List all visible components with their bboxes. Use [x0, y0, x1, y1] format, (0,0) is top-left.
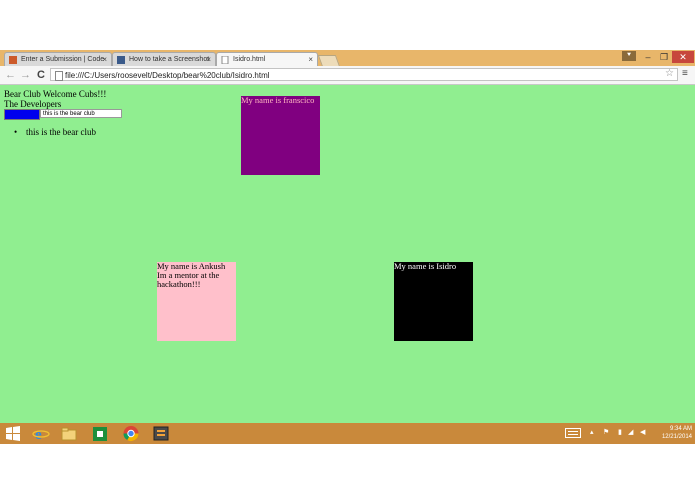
ankush-card: My name is Ankush Im a mentor at the hac…: [157, 262, 236, 341]
sublime-text-icon[interactable]: [152, 425, 170, 442]
address-bar[interactable]: file:///C:/Users/roosevelt/Desktop/bear%…: [50, 68, 678, 81]
windows-start-icon[interactable]: [4, 425, 22, 442]
blue-button[interactable]: [4, 109, 40, 120]
list-bullet: •: [14, 127, 18, 137]
page-icon: [55, 71, 63, 81]
profile-icon[interactable]: ⯆: [622, 51, 636, 61]
tab-screenshot-howto[interactable]: How to take a Screenshot ×: [112, 52, 216, 66]
tab-title: Enter a Submission | Code: [21, 56, 105, 63]
page-heading: Bear Club Welcome Cubs!!!: [4, 89, 107, 99]
file-page-icon: [221, 56, 229, 64]
francisco-card: My name is franscico: [241, 96, 320, 175]
chrome-icon[interactable]: [122, 425, 140, 442]
reload-button[interactable]: C: [37, 68, 45, 82]
clock-date: 12/21/2014: [661, 434, 692, 440]
show-hidden-icons-icon[interactable]: ▴: [590, 428, 594, 436]
keyboard-icon[interactable]: [565, 428, 581, 438]
close-window-button[interactable]: ✕: [672, 51, 694, 63]
forward-button[interactable]: →: [20, 68, 31, 82]
devpost-favicon-icon: [9, 56, 17, 64]
list-item: this is the bear club: [26, 127, 96, 137]
bookmark-star-icon[interactable]: ☆: [665, 68, 674, 79]
back-button[interactable]: ←: [5, 68, 16, 82]
minimize-button[interactable]: –: [640, 51, 656, 63]
action-center-flag-icon[interactable]: ⚑: [603, 428, 609, 436]
page-subheading: The Developers: [4, 99, 62, 109]
browser-menu-icon[interactable]: ≡: [682, 68, 688, 79]
tab-close-icon[interactable]: ×: [206, 53, 211, 66]
svg-text:e: e: [35, 427, 42, 442]
tab-close-icon[interactable]: ×: [308, 53, 313, 66]
tab-isidro[interactable]: Isidro.html ×: [216, 52, 318, 66]
tab-title: Isidro.html: [233, 56, 266, 63]
tab-title: How to take a Screenshot: [129, 56, 210, 63]
volume-icon[interactable]: ◀: [640, 428, 645, 436]
system-clock[interactable]: 9:34 AM 12/21/2014: [654, 425, 692, 441]
page-favicon-icon: [117, 56, 125, 64]
network-icon[interactable]: ◢: [628, 428, 633, 436]
tab-close-icon[interactable]: ×: [102, 53, 107, 66]
clock-time: 9:34 AM: [669, 426, 692, 432]
club-text-input[interactable]: this is the bear club: [40, 109, 122, 118]
isidro-card: My name is Isidro: [394, 262, 473, 341]
tab-enter-submission[interactable]: Enter a Submission | Code ×: [4, 52, 112, 66]
maximize-button[interactable]: ❐: [656, 51, 672, 63]
file-explorer-icon[interactable]: [60, 425, 78, 442]
store-icon[interactable]: [91, 425, 109, 442]
club-list: • this is the bear club: [14, 127, 96, 137]
battery-icon[interactable]: ▮: [618, 428, 622, 436]
internet-explorer-icon[interactable]: e: [32, 425, 50, 442]
address-url: file:///C:/Users/roosevelt/Desktop/bear%…: [65, 71, 270, 80]
page-viewport: Bear Club Welcome Cubs!!! The Developers…: [0, 85, 695, 423]
